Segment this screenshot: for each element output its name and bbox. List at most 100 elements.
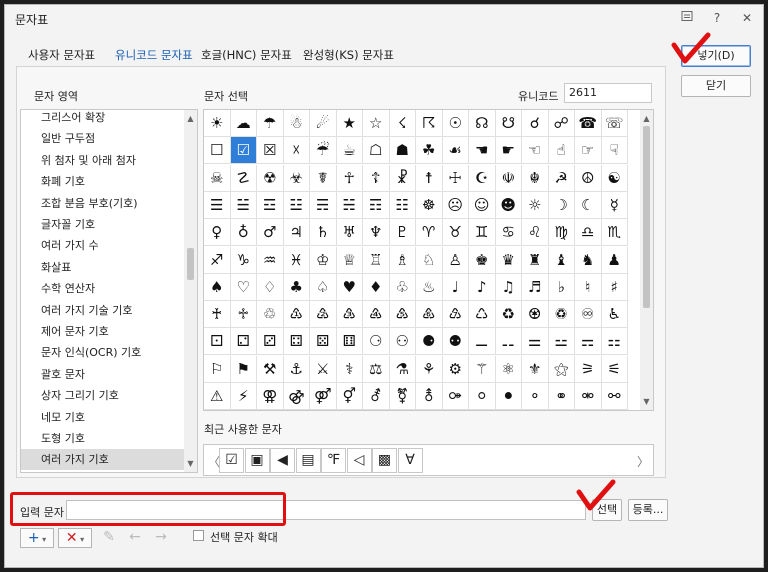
char-cell[interactable]: ⚖ xyxy=(363,355,390,383)
char-cell[interactable]: ♽ xyxy=(548,301,575,329)
char-cell[interactable]: ♁ xyxy=(230,219,257,247)
char-area-item[interactable]: 화살표 xyxy=(41,257,71,278)
char-cell[interactable]: ♞ xyxy=(575,246,602,274)
char-cell[interactable]: ⚏ xyxy=(601,328,628,356)
char-cell[interactable]: ⚑ xyxy=(230,355,257,383)
char-cell[interactable]: ♀ xyxy=(204,219,231,247)
char-cell[interactable]: ☜ xyxy=(522,137,549,165)
char-cell[interactable]: ♾ xyxy=(575,301,602,329)
char-cell[interactable]: ♏ xyxy=(601,219,628,247)
char-cell[interactable]: ☥ xyxy=(336,164,363,192)
char-cell[interactable]: ♛ xyxy=(495,246,522,274)
char-cell[interactable]: ⚈ xyxy=(416,328,443,356)
char-cell[interactable]: ⚧ xyxy=(389,383,416,410)
char-area-item[interactable]: 여러 가지 기술 기호 xyxy=(41,300,132,321)
char-cell[interactable]: ♿ xyxy=(601,301,628,329)
char-cell[interactable]: ☐ xyxy=(204,137,231,165)
char-cell[interactable]: ☏ xyxy=(601,110,628,137)
char-cell[interactable]: ♕ xyxy=(336,246,363,274)
char-cell[interactable]: ☄ xyxy=(310,110,337,137)
char-cell[interactable]: ☖ xyxy=(363,137,390,165)
char-cell[interactable]: ☭ xyxy=(548,164,575,192)
recent-char-cell[interactable]: ◁ xyxy=(346,448,372,473)
char-cell[interactable]: ⚥ xyxy=(336,383,363,410)
char-cell[interactable]: ♒ xyxy=(257,246,284,274)
close-button[interactable]: 닫기 xyxy=(681,75,751,97)
char-cell[interactable]: ⚄ xyxy=(310,328,337,356)
char-cell[interactable]: ♎ xyxy=(575,219,602,247)
char-cell[interactable]: ♟ xyxy=(601,246,628,274)
char-cell[interactable]: ♋ xyxy=(495,219,522,247)
char-cell[interactable]: ♔ xyxy=(310,246,337,274)
char-cell[interactable]: ☰ xyxy=(204,191,231,219)
char-area-item[interactable]: 제어 문자 기호 xyxy=(41,321,109,342)
char-cell[interactable]: ♻ xyxy=(495,301,522,329)
char-cell[interactable]: ♙ xyxy=(442,246,469,274)
char-cell[interactable]: ♆ xyxy=(363,219,390,247)
char-cell[interactable]: ☢ xyxy=(257,164,284,192)
char-cell[interactable]: ⚨ xyxy=(416,383,443,410)
char-cell[interactable]: ♌ xyxy=(522,219,549,247)
scroll-down-icon[interactable]: ▼ xyxy=(184,457,197,470)
char-cell[interactable]: ☡ xyxy=(230,164,257,192)
char-cell[interactable]: ☻ xyxy=(495,191,522,219)
char-cell[interactable]: ♭ xyxy=(548,273,575,301)
char-cell[interactable]: ☨ xyxy=(416,164,443,192)
char-area-item[interactable]: 수학 연산자 xyxy=(41,278,95,299)
char-cell[interactable]: ☸ xyxy=(416,191,443,219)
char-cell[interactable]: ⚠ xyxy=(204,383,231,410)
char-cell[interactable]: ♯ xyxy=(601,273,628,301)
recent-next-icon[interactable]: 〉 xyxy=(637,453,649,470)
char-cell[interactable]: ⚘ xyxy=(416,355,443,383)
char-cell[interactable]: ☀ xyxy=(204,110,231,137)
char-cell[interactable]: ⚋ xyxy=(495,328,522,356)
char-cell[interactable]: ♂ xyxy=(257,219,284,247)
char-cell[interactable]: ⚗ xyxy=(389,355,416,383)
char-cell[interactable]: ⚒ xyxy=(257,355,284,383)
char-cell[interactable]: ☩ xyxy=(442,164,469,192)
recent-char-cell[interactable]: ◀ xyxy=(270,448,295,473)
char-cell[interactable]: ⚊ xyxy=(469,328,496,356)
char-cell[interactable]: ♩ xyxy=(442,273,469,301)
char-area-item[interactable]: 괄호 문자 xyxy=(41,364,85,385)
char-cell[interactable]: ♬ xyxy=(522,273,549,301)
add-dropdown-button[interactable]: + ▾ xyxy=(20,528,54,548)
list-scrollbar[interactable]: ▲ ▼ xyxy=(184,110,197,472)
char-cell[interactable]: ♹ xyxy=(442,301,469,329)
char-cell[interactable]: ♶ xyxy=(363,301,390,329)
recent-char-cell[interactable]: ∀ xyxy=(397,448,423,473)
char-area-item[interactable]: 일반 구두점 xyxy=(41,128,95,149)
char-cell[interactable]: ⚢ xyxy=(257,383,284,410)
char-cell[interactable]: ♊ xyxy=(469,219,496,247)
char-cell[interactable]: ⚉ xyxy=(442,328,469,356)
grid-scroll-thumb[interactable] xyxy=(643,126,650,308)
char-cell[interactable]: ⚕ xyxy=(336,355,363,383)
char-area-item[interactable]: 그리스어 확장 xyxy=(41,110,105,128)
char-cell[interactable]: ☘ xyxy=(416,137,443,165)
char-cell[interactable]: ☣ xyxy=(283,164,310,192)
enlarge-checkbox[interactable] xyxy=(193,530,204,541)
char-cell[interactable]: ☁ xyxy=(230,110,257,137)
char-cell[interactable]: ♘ xyxy=(416,246,443,274)
char-cell[interactable]: ♜ xyxy=(522,246,549,274)
char-area-item[interactable]: 여러 가지 수 xyxy=(41,235,99,256)
char-cell[interactable]: ♴ xyxy=(310,301,337,329)
char-cell[interactable]: ⚪ xyxy=(469,383,496,410)
char-cell[interactable]: ☽ xyxy=(548,191,575,219)
char-cell[interactable]: ☼ xyxy=(522,191,549,219)
char-cell[interactable]: ☧ xyxy=(389,164,416,192)
char-cell[interactable]: ♗ xyxy=(389,246,416,274)
char-cell[interactable]: ♷ xyxy=(389,301,416,329)
move-forward-button[interactable]: → xyxy=(150,528,172,548)
char-cell[interactable]: ☟ xyxy=(601,137,628,165)
char-cell[interactable]: ⚐ xyxy=(204,355,231,383)
char-cell[interactable]: ♸ xyxy=(416,301,443,329)
char-cell[interactable]: ☕ xyxy=(336,137,363,165)
char-cell[interactable]: ⚎ xyxy=(575,328,602,356)
char-cell[interactable]: ⚁ xyxy=(230,328,257,356)
char-cell[interactable]: ⚯ xyxy=(601,383,628,410)
char-cell[interactable]: ☙ xyxy=(442,137,469,165)
list-scroll-thumb[interactable] xyxy=(187,248,194,280)
char-cell[interactable]: ☓ xyxy=(283,137,310,165)
char-cell[interactable]: ♚ xyxy=(469,246,496,274)
